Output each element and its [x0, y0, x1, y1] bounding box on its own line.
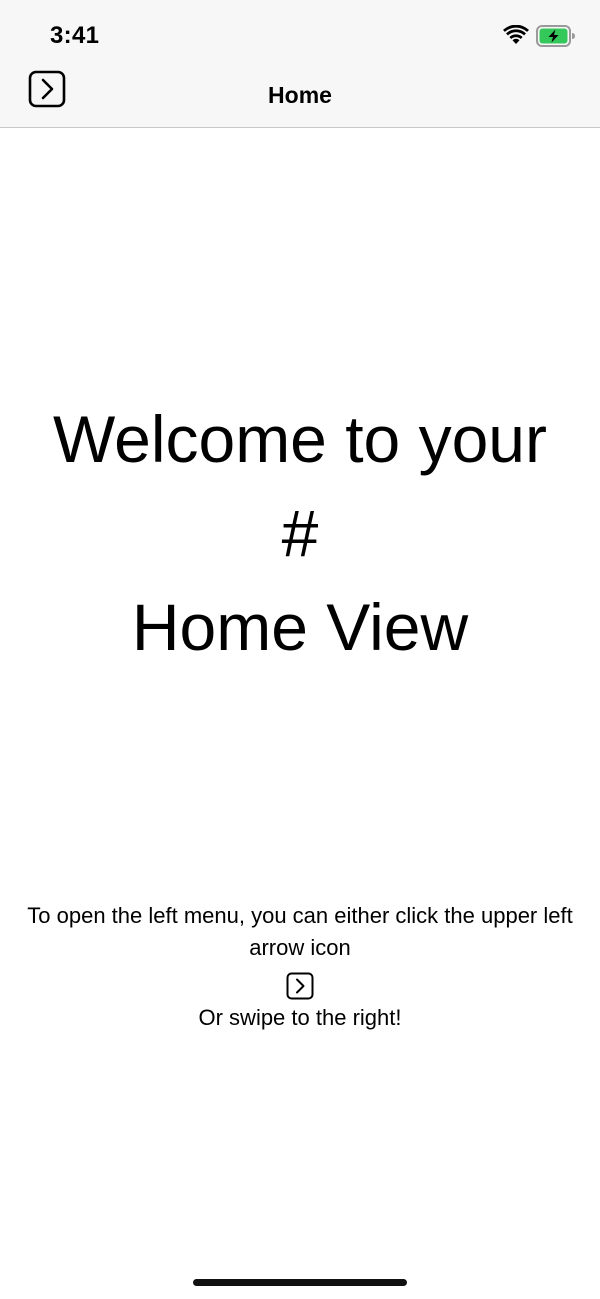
- chevron-right-square-icon: [286, 972, 314, 1000]
- welcome-line-3: Home View: [131, 590, 469, 664]
- welcome-line-2: #: [281, 496, 319, 570]
- status-bar: 3:41: [0, 0, 600, 62]
- welcome-line-1: Welcome to your: [53, 402, 547, 476]
- battery-charging-icon: [536, 25, 575, 47]
- status-time: 3:41: [50, 22, 100, 49]
- instructions-text: To open the left menu, you can either cl…: [27, 903, 573, 960]
- home-indicator[interactable]: [193, 1279, 407, 1286]
- wifi-icon: [503, 25, 529, 44]
- page-title: Home: [268, 82, 332, 108]
- nav-bar: Home: [0, 62, 600, 128]
- menu-instructions: To open the left menu, you can either cl…: [0, 900, 600, 1034]
- welcome-heading: Welcome to your # Home View: [0, 392, 600, 674]
- screen: 3:41 Home Welcome to your # Home View To…: [0, 0, 600, 1299]
- swipe-instructions-text: Or swipe to the right!: [198, 1005, 402, 1030]
